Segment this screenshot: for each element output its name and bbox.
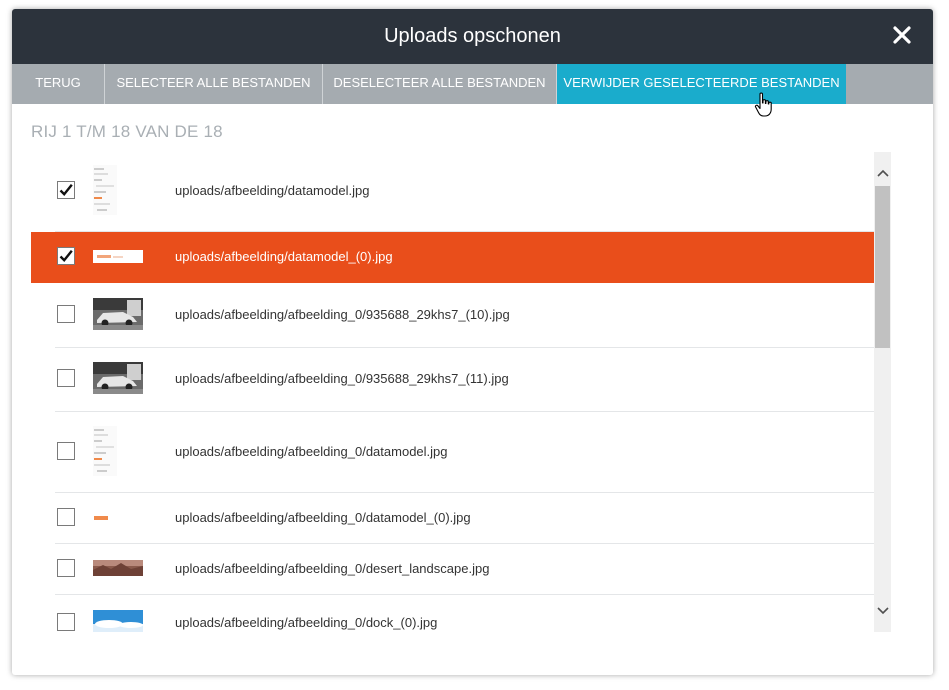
deselect-all-button[interactable]: DESELECTEER ALLE BESTANDEN [323, 64, 557, 104]
file-row[interactable]: uploads/afbeelding/afbeelding_0/datamode… [31, 493, 874, 544]
file-path: uploads/afbeelding/afbeelding_0/dock_(0)… [175, 614, 438, 630]
scroll-down-button[interactable] [874, 602, 891, 619]
checkmark-icon [59, 249, 73, 262]
file-checkbox[interactable] [57, 507, 75, 526]
file-thumbnail [93, 609, 143, 632]
file-path: uploads/afbeelding/afbeelding_0/desert_l… [175, 560, 490, 576]
checkmark-icon [59, 184, 73, 196]
file-path: uploads/afbeelding/afbeelding_0/935688_2… [175, 306, 510, 322]
file-checkbox[interactable] [57, 369, 75, 387]
file-row[interactable]: uploads/afbeelding/afbeelding_0/935688_2… [31, 348, 874, 412]
file-thumbnail [93, 165, 143, 215]
chevron-down-icon [876, 606, 889, 614]
back-button[interactable]: TERUG [12, 64, 105, 104]
file-checkbox[interactable] [57, 304, 75, 323]
file-thumbnail [93, 425, 143, 476]
scrollbar[interactable] [874, 152, 891, 632]
scrollbar-thumb[interactable] [875, 186, 890, 348]
row-count-summary: RIJ 1 T/M 18 VAN DE 18 [31, 122, 223, 141]
hand-pointer-icon [754, 92, 774, 122]
toolbar: TERUG SELECTEER ALLE BESTANDEN DESELECTE… [12, 64, 933, 104]
file-thumbnail [93, 510, 143, 524]
file-path: uploads/afbeelding/datamodel.jpg [175, 183, 370, 198]
file-path: uploads/afbeelding/afbeelding_0/935688_2… [175, 371, 509, 386]
file-path: uploads/afbeelding/afbeelding_0/datamode… [175, 509, 471, 525]
file-checkbox[interactable] [57, 181, 75, 199]
file-row[interactable]: uploads/afbeelding/datamodel.jpg [31, 152, 874, 232]
file-list: uploads/afbeelding/datamodel.jpg uploads/… [31, 152, 874, 632]
file-row[interactable]: uploads/afbeelding/datamodel_(0).jpg [31, 232, 874, 283]
close-button[interactable] [889, 22, 915, 48]
delete-selected-button[interactable]: VERWIJDER GESELECTEERDE BESTANDEN [557, 64, 846, 104]
select-all-button[interactable]: SELECTEER ALLE BESTANDEN [105, 64, 323, 104]
file-row[interactable]: uploads/afbeelding/afbeelding_0/935688_2… [31, 283, 874, 348]
file-path: uploads/afbeelding/afbeelding_0/datamode… [175, 443, 448, 459]
file-checkbox[interactable] [57, 558, 75, 577]
scroll-up-button[interactable] [874, 164, 891, 181]
file-thumbnail [93, 559, 143, 576]
file-thumbnail [93, 362, 143, 394]
file-row[interactable]: uploads/afbeelding/afbeelding_0/desert_l… [31, 544, 874, 595]
dialog-title: Uploads opschonen [384, 25, 561, 47]
file-thumbnail [93, 249, 143, 263]
file-thumbnail [93, 297, 143, 330]
file-row[interactable]: uploads/afbeelding/afbeelding_0/dock_(0)… [31, 595, 874, 632]
dialog-header: Uploads opschonen [12, 9, 933, 64]
file-checkbox[interactable] [57, 246, 75, 265]
file-path: uploads/afbeelding/datamodel_(0).jpg [175, 248, 393, 264]
chevron-up-icon [876, 169, 889, 177]
file-checkbox[interactable] [57, 612, 75, 631]
file-checkbox[interactable] [57, 441, 75, 460]
file-row[interactable]: uploads/afbeelding/afbeelding_0/datamode… [31, 412, 874, 493]
close-icon [893, 26, 911, 44]
